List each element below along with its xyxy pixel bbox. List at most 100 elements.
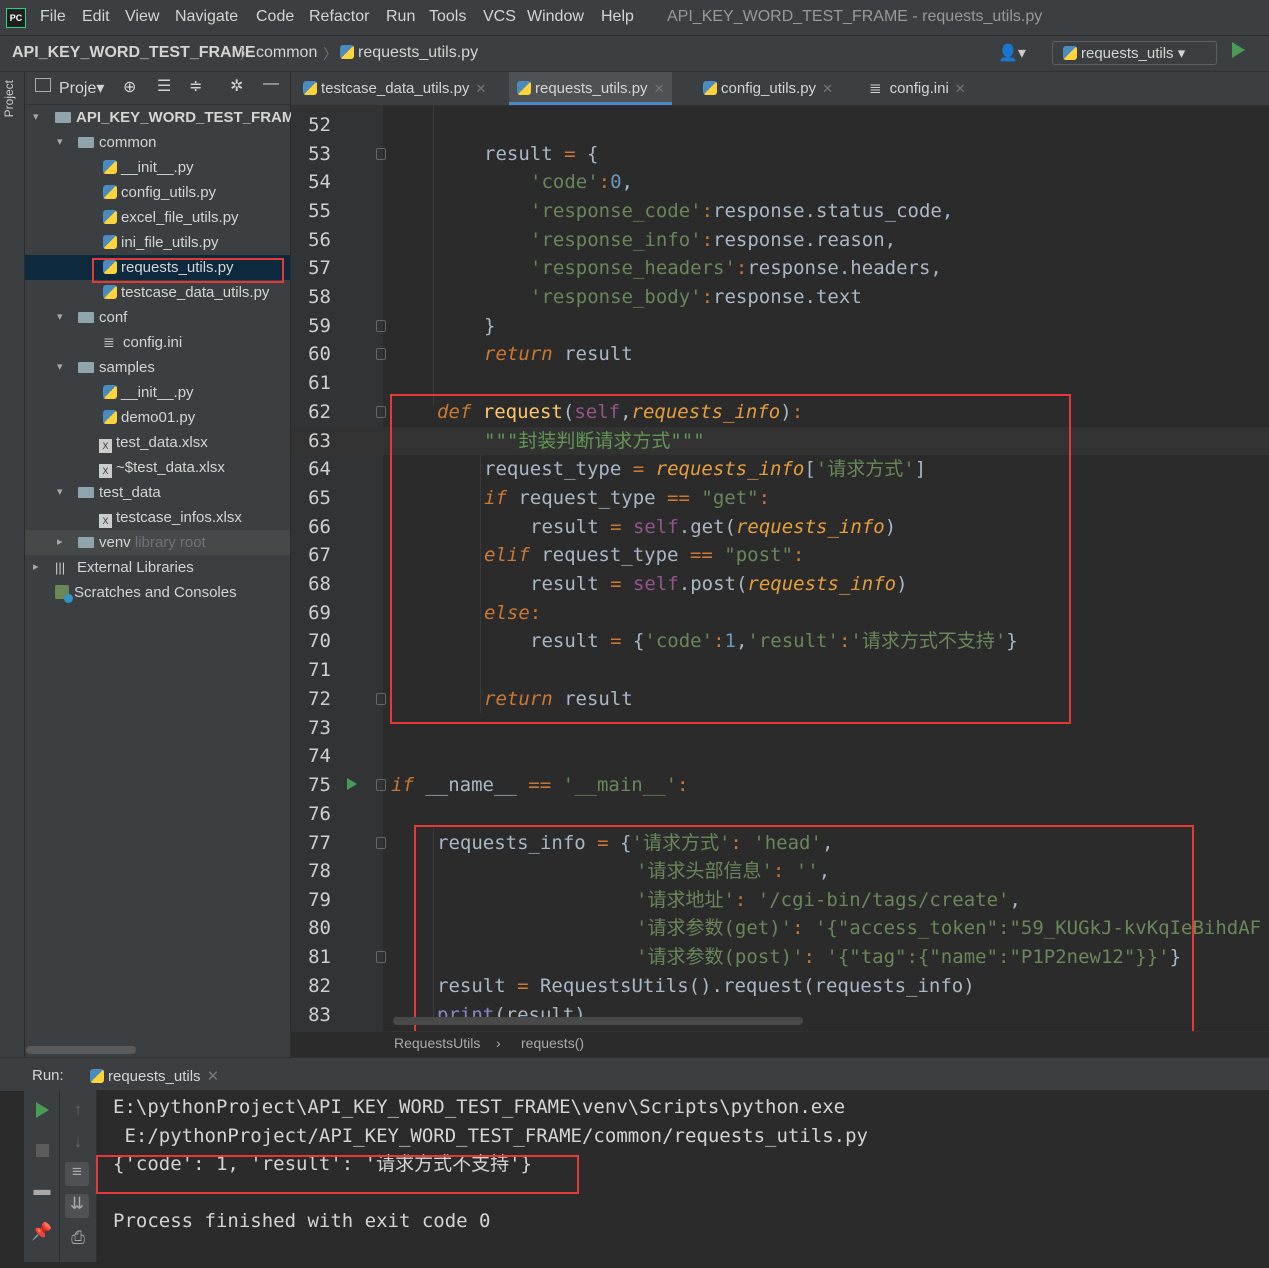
close-icon[interactable]: ✕ [955, 81, 966, 96]
tab-label: config.ini [889, 80, 949, 97]
tree-item-conf[interactable]: ▾ conf [25, 305, 290, 330]
menu-bar: PC File Edit View Navigate Code Refactor… [0, 0, 1269, 36]
tab-testcase-data-utils[interactable]: testcase_data_utils.py ✕ [303, 72, 486, 105]
fold-icon[interactable] [376, 951, 386, 963]
pin-icon[interactable]: 📌 [27, 1222, 57, 1242]
tree-item-file[interactable]: Xtest_data.xlsx [25, 430, 290, 455]
line-number: 58 [308, 286, 331, 308]
expand-all-icon[interactable]: ≑ [189, 76, 202, 96]
fold-icon[interactable] [376, 779, 386, 791]
tree-item-label: conf [99, 309, 128, 326]
tree-item-file[interactable]: excel_file_utils.py [25, 205, 290, 230]
menu-help[interactable]: Help [601, 8, 634, 26]
breadcrumb-class[interactable]: RequestsUtils [394, 1035, 480, 1051]
breadcrumb-separator-icon: 〉 [323, 46, 337, 62]
stop-icon[interactable] [36, 1144, 49, 1157]
locate-icon[interactable]: ⊕ [123, 77, 136, 97]
menu-window[interactable]: Window [527, 8, 584, 26]
run-configuration-select[interactable]: requests_utils ▾ [1052, 41, 1217, 65]
fold-icon[interactable] [376, 320, 386, 332]
tree-item-test-data[interactable]: ▾ test_data [25, 480, 290, 505]
fold-icon[interactable] [376, 693, 386, 705]
layout-icon[interactable]: ▬ [27, 1180, 57, 1200]
close-icon[interactable]: ✕ [654, 81, 665, 96]
tree-item-file[interactable]: __init__.py [25, 155, 290, 180]
tree-item-scratches[interactable]: Scratches and Consoles [25, 580, 290, 605]
user-icon[interactable]: 👤▾ [998, 43, 1026, 63]
breadcrumb-method[interactable]: requests() [521, 1035, 584, 1051]
menu-vcs[interactable]: VCS [483, 8, 516, 26]
print-icon[interactable]: ⎙ [63, 1228, 93, 1248]
code-line-59: } [484, 315, 496, 337]
fold-icon[interactable] [376, 406, 386, 418]
run-configuration-label: requests_utils [1081, 45, 1174, 62]
line-number: 83 [308, 1004, 331, 1026]
python-file-icon [103, 235, 117, 249]
run-tab[interactable]: requests_utils ✕ [90, 1067, 219, 1085]
line-number: 59 [308, 315, 331, 337]
line-number: 55 [308, 200, 331, 222]
folder-icon [55, 112, 71, 123]
breadcrumb-project[interactable]: API_KEY_WORD_TEST_FRAME [12, 44, 256, 62]
menu-refactor[interactable]: Refactor [309, 8, 369, 26]
tree-item-file[interactable]: __init__.py [25, 380, 290, 405]
tree-item-common[interactable]: ▾ common [25, 130, 290, 155]
project-view-icon [35, 78, 51, 92]
menu-navigate[interactable]: Navigate [175, 8, 238, 26]
tree-item-label: External Libraries [77, 559, 194, 576]
tree-item-external-libraries[interactable]: ▸ ||| External Libraries [25, 555, 290, 580]
breadcrumb-folder[interactable]: common [256, 44, 317, 62]
menu-code[interactable]: Code [256, 8, 294, 26]
excel-file-icon: X [99, 514, 112, 528]
project-horizontal-scrollbar[interactable] [26, 1046, 136, 1054]
line-number: 82 [308, 975, 331, 997]
tab-requests-utils[interactable]: requests_utils.py ✕ [509, 72, 673, 105]
tree-item-samples[interactable]: ▾ samples [25, 355, 290, 380]
breadcrumb-file[interactable]: requests_utils.py [340, 44, 478, 62]
tree-item-file[interactable]: Xtestcase_infos.xlsx [25, 505, 290, 530]
python-file-icon [90, 1069, 104, 1083]
arrow-down-icon[interactable]: ↓ [63, 1132, 93, 1152]
run-gutter-icon[interactable] [347, 778, 357, 790]
tree-item-file[interactable]: ini_file_utils.py [25, 230, 290, 255]
scroll-to-end-icon[interactable]: ⇊ [65, 1194, 89, 1218]
tree-item-file[interactable]: config_utils.py [25, 180, 290, 205]
close-icon[interactable]: ✕ [822, 81, 833, 96]
run-panel-header: Run: requests_utils ✕ [0, 1057, 1269, 1091]
close-icon[interactable]: ✕ [475, 81, 486, 96]
fold-icon[interactable] [376, 837, 386, 849]
tab-config-ini[interactable]: ≣ config.ini ✕ [869, 72, 966, 105]
tree-item-file[interactable]: demo01.py [25, 405, 290, 430]
arrow-up-icon[interactable]: ↑ [63, 1100, 93, 1120]
collapse-all-icon[interactable]: ☰ [157, 76, 171, 96]
menu-tools[interactable]: Tools [429, 8, 466, 26]
run-icon[interactable] [1232, 42, 1245, 58]
line-number: 79 [308, 889, 331, 911]
soft-wrap-icon[interactable]: ≡ [65, 1162, 89, 1186]
gear-icon[interactable]: ✲ [230, 76, 243, 96]
menu-view[interactable]: View [125, 8, 159, 26]
line-number: 72 [308, 688, 331, 710]
fold-icon[interactable] [376, 148, 386, 160]
tree-item-label: ini_file_utils.py [121, 234, 219, 251]
tab-config-utils[interactable]: config_utils.py ✕ [703, 72, 833, 105]
close-icon[interactable]: ✕ [207, 1068, 220, 1085]
menu-file[interactable]: File [40, 8, 66, 26]
tree-item-file[interactable]: ≣ config.ini [25, 330, 290, 355]
hide-icon[interactable]: — [263, 75, 279, 93]
python-file-icon [103, 160, 117, 174]
project-tool-button[interactable]: Project [2, 80, 22, 117]
library-icon: ||| [55, 560, 66, 575]
tree-item-label: test_data.xlsx [116, 434, 208, 451]
tree-item-file[interactable]: X ~$test_data.xlsx [25, 455, 290, 480]
rerun-icon[interactable] [36, 1102, 49, 1118]
tree-item-root[interactable]: ▾ API_KEY_WORD_TEST_FRAM [25, 105, 294, 130]
menu-run[interactable]: Run [386, 8, 415, 26]
fold-icon[interactable] [376, 348, 386, 360]
menu-edit[interactable]: Edit [82, 8, 110, 26]
project-view-select[interactable]: Proje▾ [59, 78, 104, 98]
tree-item-venv[interactable]: ▸ venv library root [25, 530, 290, 555]
chevron-down-icon: ▾ [57, 486, 63, 498]
tree-item-file[interactable]: testcase_data_utils.py [25, 280, 290, 305]
editor-horizontal-scrollbar[interactable] [393, 1017, 803, 1025]
